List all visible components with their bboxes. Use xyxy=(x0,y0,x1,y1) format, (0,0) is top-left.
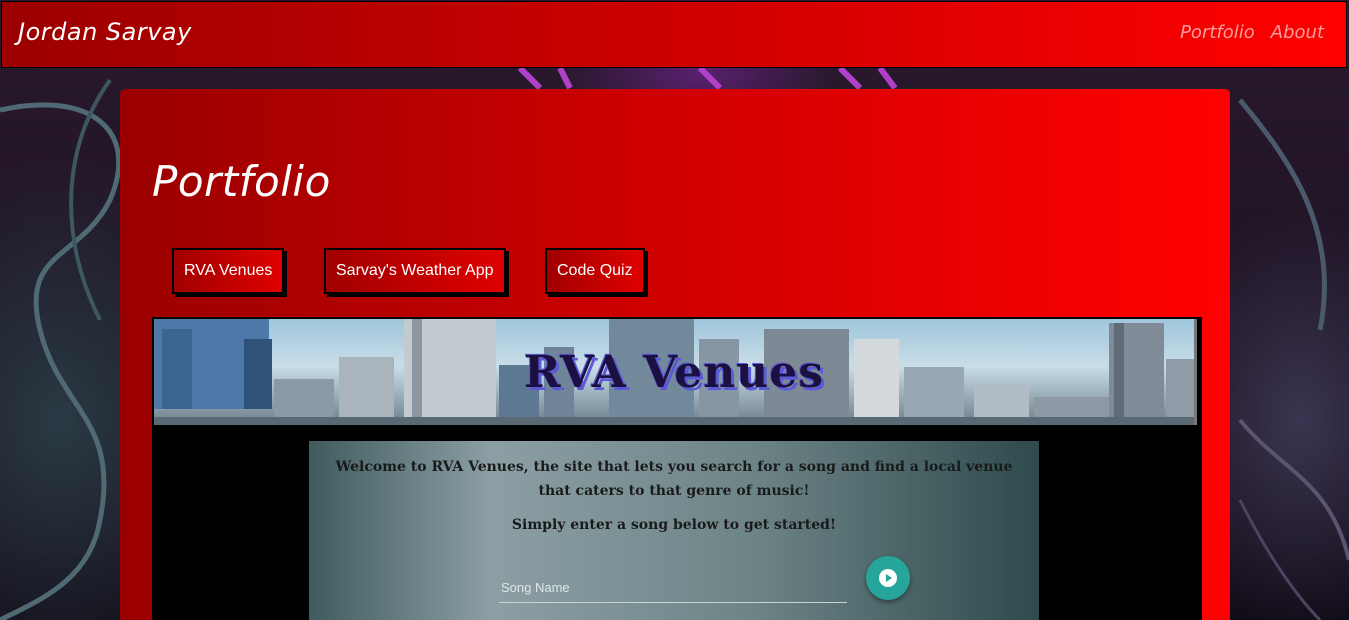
start-instructions: Simply enter a song below to get started… xyxy=(511,517,837,533)
welcome-panel: Welcome to RVA Venues, the site that let… xyxy=(309,441,1039,620)
banner-title: RVA Venues xyxy=(523,347,825,398)
nav-link-about[interactable]: About xyxy=(1271,22,1324,43)
project-preview: RVA Venues Welcome to RVA Venues, the si… xyxy=(152,317,1202,620)
portfolio-card: Portfolio RVA Venues Sarvay's Weather Ap… xyxy=(120,89,1230,620)
page-title: Portfolio xyxy=(152,157,331,206)
play-circle-icon xyxy=(879,569,897,587)
nav-links: Portfolio About xyxy=(1180,22,1324,43)
song-name-input[interactable] xyxy=(499,573,847,603)
top-navbar: Jordan Sarvay Portfolio About xyxy=(1,1,1347,68)
project-button-rva-venues[interactable]: RVA Venues xyxy=(172,248,285,294)
brand-name[interactable]: Jordan Sarvay xyxy=(18,18,192,46)
preview-banner: RVA Venues xyxy=(154,319,1197,425)
project-button-code-quiz[interactable]: Code Quiz xyxy=(545,248,645,294)
welcome-text: Welcome to RVA Venues, the site that let… xyxy=(335,459,1013,499)
nav-link-portfolio[interactable]: Portfolio xyxy=(1180,22,1255,43)
search-submit-button[interactable] xyxy=(866,556,910,600)
project-button-weather-app[interactable]: Sarvay's Weather App xyxy=(324,248,506,294)
